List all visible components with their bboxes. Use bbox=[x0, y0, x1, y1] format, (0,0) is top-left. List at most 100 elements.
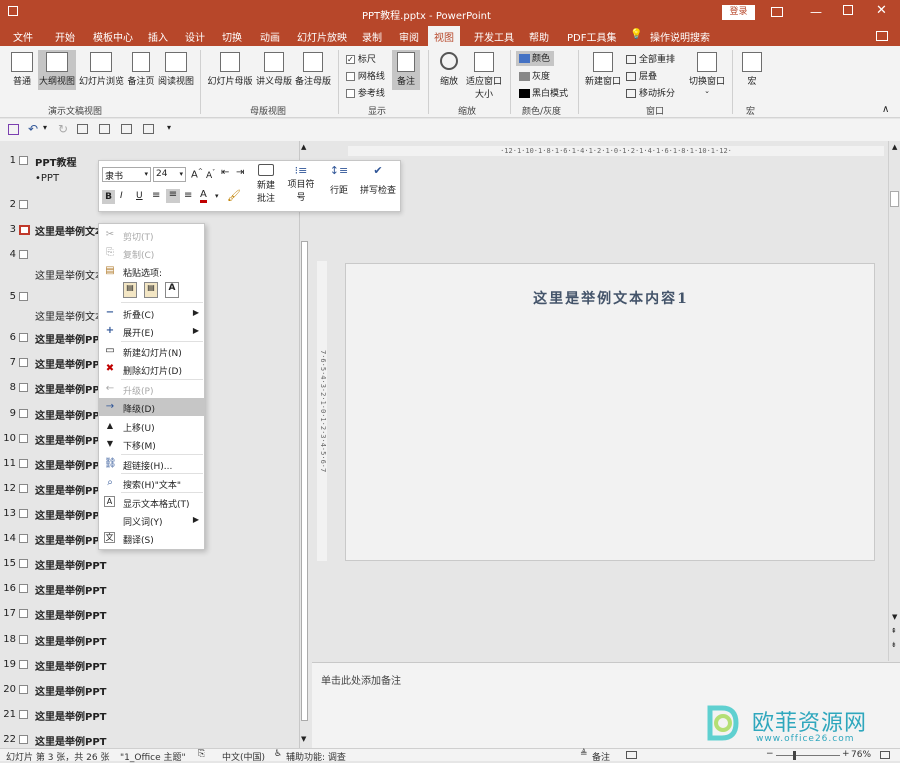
tab-help[interactable]: 帮助 bbox=[529, 29, 549, 44]
font-color-icon[interactable]: A bbox=[200, 189, 207, 203]
tab-home[interactable]: 开始 bbox=[55, 29, 75, 44]
tab-developer[interactable]: 开发工具 bbox=[474, 29, 514, 44]
collapse-ribbon-icon[interactable]: ∧ bbox=[882, 104, 889, 115]
new-comment-button[interactable]: 新建批注 bbox=[254, 164, 278, 204]
cascade-button[interactable]: 层叠 bbox=[626, 69, 657, 82]
notes-page-button[interactable]: 备注页 bbox=[126, 52, 156, 87]
zoom-level[interactable]: 76% bbox=[851, 750, 871, 760]
slide-sorter-button[interactable]: 幻灯片浏览 bbox=[79, 52, 124, 87]
comments-icon[interactable] bbox=[876, 31, 888, 41]
tab-view[interactable]: 视图 bbox=[428, 26, 460, 46]
outline-row-slide-15[interactable]: 15 这里是举例PPT bbox=[0, 554, 296, 576]
notes-status-icon[interactable]: ≜ bbox=[580, 749, 588, 759]
accessibility-status[interactable]: 辅助功能: 调查 bbox=[286, 750, 346, 763]
grayscale-button[interactable]: 灰度 bbox=[516, 69, 550, 82]
normal-view-button[interactable]: 普通 bbox=[8, 52, 36, 87]
save-qat-icon[interactable] bbox=[8, 6, 18, 16]
gridlines-checkbox[interactable]: 网格线 bbox=[346, 69, 385, 82]
paste-text-only-icon[interactable]: A bbox=[165, 282, 179, 298]
tab-animations[interactable]: 动画 bbox=[260, 29, 280, 44]
decrease-indent-icon[interactable]: ⇤ bbox=[221, 167, 229, 178]
increase-font-icon[interactable]: A^ bbox=[191, 168, 203, 180]
font-name-select[interactable]: 隶书 ▾ bbox=[102, 167, 151, 182]
close-button[interactable]: ✕ bbox=[876, 3, 887, 18]
black-white-button[interactable]: 黑白模式 bbox=[516, 86, 568, 99]
accessibility-icon[interactable]: ♿ bbox=[274, 749, 282, 759]
spell-check-button[interactable]: ✔ 拼写检查 bbox=[358, 164, 398, 196]
outline-row-slide-18[interactable]: 18 这里是举例PPT bbox=[0, 630, 296, 652]
normal-view-status-icon[interactable] bbox=[626, 751, 637, 759]
minimize-button[interactable]: — bbox=[810, 5, 822, 19]
zoom-in-button[interactable]: + bbox=[842, 749, 850, 759]
guides-checkbox[interactable]: 参考线 bbox=[346, 86, 385, 99]
tab-insert[interactable]: 插入 bbox=[148, 29, 168, 44]
editor-scrollbar[interactable]: ▲ ▼ ⇞ ⇟ bbox=[888, 141, 900, 661]
outline-scrollbar[interactable]: ▲ ▼ bbox=[299, 141, 309, 748]
undo-dropdown-icon[interactable]: ▾ bbox=[43, 123, 47, 132]
outline-row-slide-21[interactable]: 21 这里是举例PPT bbox=[0, 705, 296, 727]
outline-row-slide-19[interactable]: 19 这里是举例PPT bbox=[0, 655, 296, 677]
notes-placeholder[interactable]: 单击此处添加备注 bbox=[321, 672, 401, 687]
customize-qat-icon[interactable]: ▾ bbox=[167, 123, 171, 132]
tab-design[interactable]: 设计 bbox=[185, 29, 205, 44]
bold-icon[interactable]: B bbox=[102, 190, 115, 204]
menu-item-expand[interactable]: + 展开(E) ▶ bbox=[99, 322, 204, 340]
bullets-button[interactable]: ⁝≡ 项目符号 bbox=[286, 164, 316, 203]
spell-status-icon[interactable]: ⎘ bbox=[198, 749, 205, 759]
font-size-select[interactable]: 24 ▾ bbox=[153, 167, 186, 182]
outline-row-slide-22[interactable]: 22 这里是举例PPT bbox=[0, 730, 296, 748]
line-spacing-button[interactable]: ↕≡ 行距 bbox=[326, 164, 352, 196]
paste-keep-source-icon[interactable]: ▤ bbox=[123, 282, 137, 298]
italic-icon[interactable]: I bbox=[120, 191, 123, 201]
language-indicator[interactable]: 中文(中国) bbox=[222, 750, 265, 763]
switch-window-button[interactable]: 切换窗口 ⌄ bbox=[686, 52, 728, 95]
outline-row-slide-16[interactable]: 16 这里是举例PPT bbox=[0, 579, 296, 601]
notes-toggle-button[interactable]: 备注 bbox=[392, 50, 420, 90]
color-button[interactable]: 颜色 bbox=[516, 51, 554, 66]
align-right-icon[interactable]: ≡ bbox=[184, 190, 192, 201]
next-slide-icon[interactable]: ⇟ bbox=[891, 641, 897, 649]
tab-templates[interactable]: 模板中心 bbox=[93, 29, 133, 44]
new-window-button[interactable]: 新建窗口 bbox=[584, 52, 622, 87]
menu-item-delete-slide[interactable]: ✖ 删除幻灯片(D) bbox=[99, 360, 204, 378]
tab-record[interactable]: 录制 bbox=[362, 29, 382, 44]
move-split-button[interactable]: 移动拆分 bbox=[626, 86, 675, 99]
arrange-all-button[interactable]: 全部重排 bbox=[626, 52, 675, 65]
fit-to-window-button[interactable]: 适应窗口大小 bbox=[464, 52, 504, 100]
menu-item-hyperlink[interactable]: ⛓ 超链接(H)... bbox=[99, 455, 204, 473]
scroll-up-icon[interactable]: ▲ bbox=[301, 143, 306, 151]
picture-icon[interactable] bbox=[99, 124, 110, 134]
slide-title[interactable]: 这里是举例文本内容1 bbox=[346, 288, 876, 308]
previous-slide-icon[interactable]: ⇞ bbox=[891, 627, 897, 635]
menu-item-move-down[interactable]: ▼ 下移(M) bbox=[99, 435, 204, 453]
outline-row-slide-20[interactable]: 20 这里是举例PPT bbox=[0, 680, 296, 702]
decrease-font-icon[interactable]: A˅ bbox=[206, 169, 215, 181]
maximize-button[interactable] bbox=[843, 5, 853, 15]
format-painter-icon[interactable]: 🖌 bbox=[227, 189, 241, 202]
fit-slide-icon[interactable] bbox=[880, 751, 890, 759]
tab-slideshow[interactable]: 幻灯片放映 bbox=[297, 29, 347, 44]
tab-pdf-tools[interactable]: PDF工具集 bbox=[567, 29, 616, 44]
menu-item-show-formatting[interactable]: A 显示文本格式(T) bbox=[99, 493, 204, 511]
align-center-icon[interactable]: ≡ bbox=[166, 189, 180, 203]
outline-view-button[interactable]: 大纲视图 bbox=[38, 50, 76, 90]
tab-transitions[interactable]: 切换 bbox=[222, 29, 242, 44]
underline-icon[interactable]: U bbox=[136, 191, 143, 201]
notes-status-button[interactable]: 备注 bbox=[592, 750, 610, 763]
increase-indent-icon[interactable]: ⇥ bbox=[236, 167, 244, 178]
zoom-slider[interactable] bbox=[776, 755, 840, 756]
chevron-down-icon[interactable]: ▾ bbox=[215, 192, 219, 200]
reading-view-button[interactable]: 阅读视图 bbox=[158, 52, 194, 87]
zoom-slider-thumb[interactable] bbox=[793, 751, 796, 760]
slide-master-button[interactable]: 幻灯片母版 bbox=[207, 52, 253, 87]
menu-item-new-slide[interactable]: ▭ 新建幻灯片(N) bbox=[99, 342, 204, 360]
ruler-checkbox[interactable]: ✓ 标尺 bbox=[346, 52, 376, 65]
scroll-down-icon[interactable]: ▼ bbox=[892, 613, 897, 621]
menu-item-demote[interactable]: → 降级(D) bbox=[99, 398, 204, 416]
scroll-down-icon[interactable]: ▼ bbox=[301, 735, 306, 743]
notes-master-button[interactable]: 备注母版 bbox=[294, 52, 332, 87]
outline-row-slide-17[interactable]: 17 这里是举例PPT bbox=[0, 604, 296, 626]
align-left-icon[interactable]: ≡ bbox=[152, 190, 160, 201]
macros-button[interactable]: 宏 bbox=[740, 52, 764, 87]
tell-me-search[interactable]: 操作说明搜索 bbox=[650, 29, 710, 44]
